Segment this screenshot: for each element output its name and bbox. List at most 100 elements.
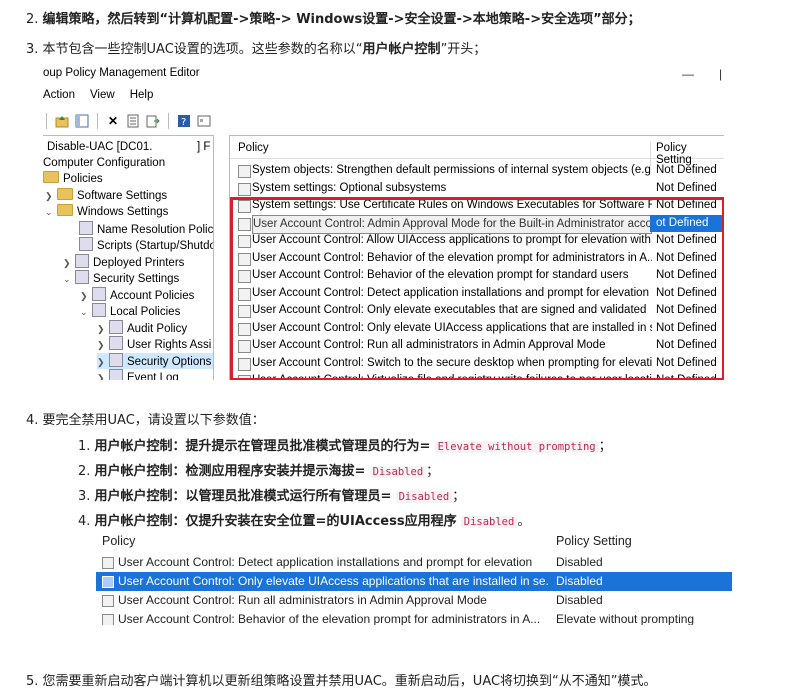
step-number: 4. <box>26 413 39 428</box>
table-row[interactable]: User Account Control: Detect application… <box>96 553 732 572</box>
policy-setting: Not Defined <box>656 374 717 380</box>
policy-icon <box>238 305 251 318</box>
up-folder-icon[interactable] <box>54 113 70 129</box>
policy-row[interactable]: User Account Control: Allow UIAccess app… <box>230 232 724 250</box>
menu-action[interactable]: Action <box>43 89 75 109</box>
chevron-right-icon: ❯ <box>97 324 105 334</box>
policy-row[interactable]: User Account Control: Behavior of the el… <box>230 250 724 268</box>
tree-local-policies[interactable]: ⌄ Local Policies <box>80 303 180 319</box>
policy-row[interactable]: User Account Control: Switch to the secu… <box>230 355 724 373</box>
policy-name: User Account Control: Only elevate execu… <box>252 304 647 316</box>
tree-policies[interactable]: Policies <box>43 171 103 187</box>
policy-row[interactable]: User Account Control: Only elevate execu… <box>230 302 724 320</box>
maximize-icon[interactable]: | <box>719 67 722 81</box>
policy-icon <box>109 336 123 350</box>
policy-row[interactable]: User Account Control: Behavior of the el… <box>230 267 724 285</box>
policy-setting: Not Defined <box>656 181 717 194</box>
policy-row[interactable]: System objects: Strengthen default permi… <box>230 162 724 180</box>
delete-icon[interactable]: ✕ <box>105 113 121 129</box>
log-icon <box>109 369 123 380</box>
policy-setting: Not Defined <box>656 304 717 316</box>
show-tree-icon[interactable] <box>74 113 90 129</box>
properties-icon[interactable] <box>125 113 141 129</box>
policy-icon <box>92 303 106 317</box>
policy-row-selected[interactable]: User Account Control: Admin Approval Mod… <box>230 214 724 234</box>
tree-user-rights[interactable]: ❯ User Rights Assi <box>97 336 211 352</box>
tree-computer-configuration[interactable]: Computer Configuration <box>43 155 165 171</box>
chevron-right-icon: ❯ <box>97 373 105 380</box>
policy-icon <box>238 200 251 213</box>
step-number: 2. <box>26 12 39 27</box>
policy-row[interactable]: User Account Control: Virtualize file an… <box>230 372 724 380</box>
policy-icon <box>238 252 251 266</box>
step-text: 本节包含一些控制UAC设置的选项。这些参数的名称以“ <box>42 42 363 57</box>
chevron-down-icon: ⌄ <box>80 307 88 317</box>
policy-name: System settings: Optional subsystems <box>252 181 447 194</box>
policy-icon <box>238 340 251 353</box>
group-policy-editor-screenshot: oup Policy Management Editor — | Action … <box>43 62 724 380</box>
console-icon[interactable] <box>196 113 212 129</box>
substep-4: 4. 用户帐户控制：仅提升安装在安全位置=的UIAccess应用程序 Disab… <box>78 514 531 529</box>
policy-table-screenshot: Policy Policy Setting User Account Contr… <box>96 531 732 625</box>
policy-row[interactable]: User Account Control: Only elevate UIAcc… <box>230 320 724 338</box>
column-policy[interactable]: Policy <box>238 142 269 154</box>
substep-number: 2. <box>78 464 91 479</box>
menu-bar: Action View Help <box>43 89 153 109</box>
policy-setting: Not Defined <box>656 164 717 176</box>
policy-row[interactable]: User Account Control: Detect application… <box>230 285 724 303</box>
substep-label: 用户帐户控制：检测应用程序安装并提示海拔= <box>94 464 366 479</box>
tree-root[interactable]: Disable-UAC [DC01.] F <box>47 139 210 155</box>
policy-icon <box>102 576 114 588</box>
tree-account-policies[interactable]: ❯ Account Policies <box>80 287 194 303</box>
tree-deployed-printers[interactable]: ❯ Deployed Printers <box>63 254 184 270</box>
export-list-icon[interactable] <box>145 113 161 129</box>
policy-icon <box>109 320 123 334</box>
toolbar-divider <box>168 113 169 129</box>
column-policy[interactable]: Policy <box>102 534 135 548</box>
tree-software-settings[interactable]: ❯ Software Settings <box>45 188 167 204</box>
tree-windows-settings[interactable]: ⌄ Windows Settings <box>45 204 168 220</box>
table-row[interactable]: User Account Control: Behavior of the el… <box>96 610 732 625</box>
policy-setting: Not Defined <box>656 339 717 351</box>
help-icon[interactable]: ? <box>176 113 192 129</box>
tree-event-log[interactable]: ❯ Event Log <box>97 369 179 380</box>
policy-name: User Account Control: Behavior of the el… <box>252 269 629 281</box>
chevron-right-icon: ❯ <box>97 357 105 367</box>
substep-number: 1. <box>78 439 91 454</box>
policy-icon <box>238 322 251 336</box>
folder-icon <box>57 204 73 216</box>
policy-row[interactable]: User Account Control: Run all administra… <box>230 337 724 355</box>
tree-security-settings[interactable]: ⌄ Security Settings <box>63 270 179 286</box>
toolbar-divider <box>97 113 98 129</box>
column-policy-setting[interactable]: Policy Setting <box>556 534 632 548</box>
step-5: 5. 您需要重新启动客户端计算机以更新组策略设置并禁用UAC。重新启动后，UAC… <box>26 670 657 689</box>
step-3: 3. 本节包含一些控制UAC设置的选项。这些参数的名称以“用户帐户控制”开头； <box>26 38 486 57</box>
menu-help[interactable]: Help <box>130 89 154 109</box>
policy-name: User Account Control: Behavior of the el… <box>252 251 652 264</box>
policy-icon <box>102 614 114 625</box>
step-text: 您需要重新启动客户端计算机以更新组策略设置并禁用UAC。重新启动后，UAC将切换… <box>42 674 657 689</box>
tree-security-options[interactable]: ❯ Security Options <box>97 353 213 369</box>
table-row-selected[interactable]: User Account Control: Only elevate UIAcc… <box>96 572 732 591</box>
policy-row[interactable]: System settings: Use Certificate Rules o… <box>230 197 724 215</box>
tree-name-resolution-policy[interactable]: Name Resolution Policy <box>79 221 213 237</box>
menu-view[interactable]: View <box>90 89 115 109</box>
tree-scripts[interactable]: Scripts (Startup/Shutdo <box>79 237 213 253</box>
policy-icon <box>79 221 93 235</box>
step-text: 要完全禁用UAC，请设置以下参数值： <box>42 413 265 428</box>
table-row[interactable]: User Account Control: Run all administra… <box>96 591 732 610</box>
step-2: 2. 编辑策略，然后转到“计算机配置->策略-> Windows设置->安全设置… <box>26 8 641 27</box>
tree-audit-policy[interactable]: ❯ Audit Policy <box>97 320 187 336</box>
policy-setting: Not Defined <box>656 356 717 369</box>
policy-row[interactable]: System settings: Optional subsystems Not … <box>230 180 724 198</box>
substep-1: 1. 用户帐户控制：提升提示在管理员批准模式管理员的行为= Elevate wi… <box>78 439 612 454</box>
minimize-icon[interactable]: — <box>682 67 694 81</box>
policy-name: System objects: Strengthen default permi… <box>252 164 652 176</box>
policy-name: User Account Control: Switch to the secu… <box>252 356 652 369</box>
policy-setting: Not Defined <box>656 286 717 299</box>
substep-label: 用户帐户控制：以管理员批准模式运行所有管理员= <box>94 489 392 504</box>
policy-name: User Account Control: Only elevate UIAcc… <box>252 321 652 334</box>
substep-value: Disabled <box>395 491 453 503</box>
policy-list: Policy ^ Policy Setting System objects: … <box>229 135 724 380</box>
chevron-right-icon: ❯ <box>80 291 88 301</box>
